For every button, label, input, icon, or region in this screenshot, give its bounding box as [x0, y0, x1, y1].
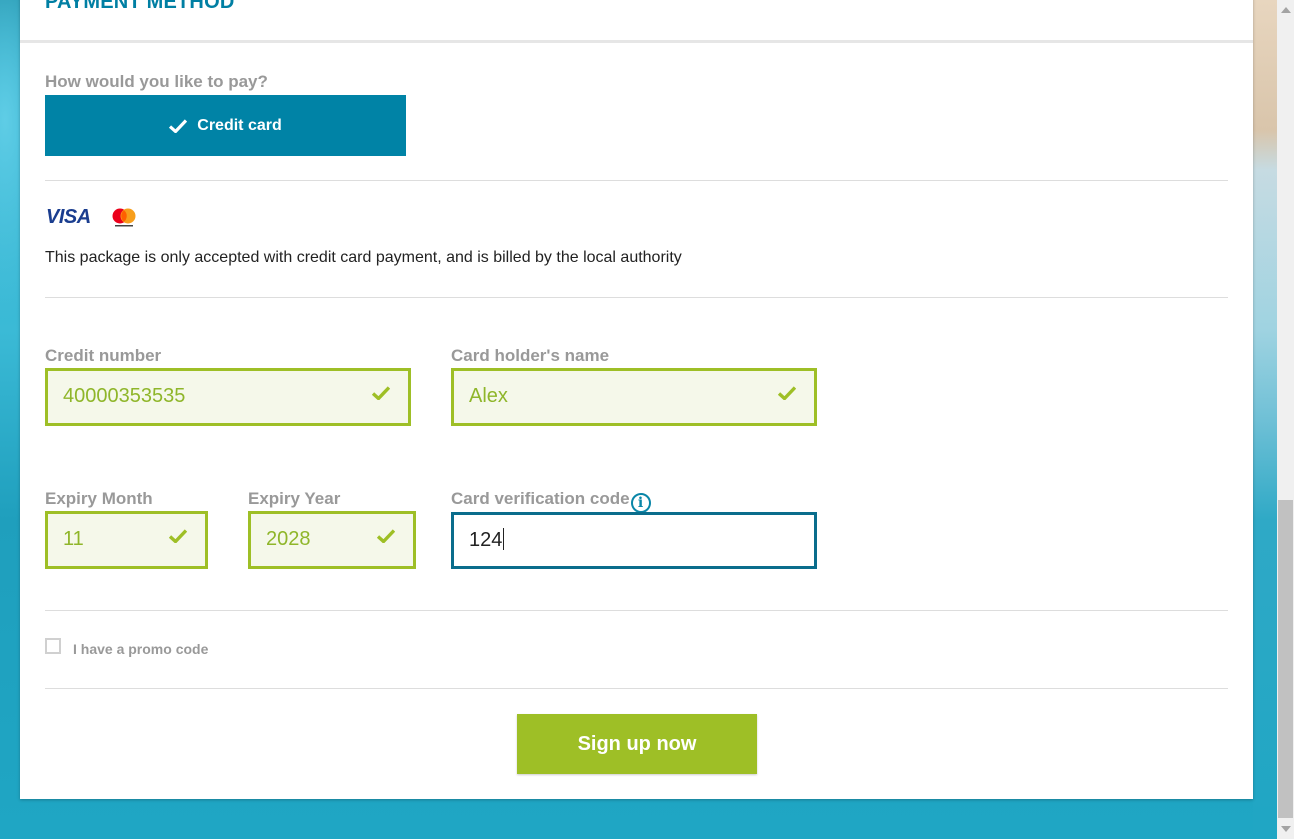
- sign-up-button[interactable]: Sign up now: [517, 714, 757, 774]
- cvc-value: 124: [469, 529, 503, 551]
- promo-code-checkbox[interactable]: [45, 638, 61, 654]
- checkmark-icon: [169, 118, 188, 133]
- divider: [45, 180, 1228, 181]
- title-divider: [20, 40, 1253, 43]
- mastercard-logo: [112, 208, 136, 227]
- promo-code-label[interactable]: I have a promo code: [73, 641, 208, 657]
- card-holder-value: Alex: [469, 385, 508, 407]
- checkmark-icon: [372, 386, 390, 400]
- cvc-input[interactable]: 124: [451, 512, 817, 569]
- visa-logo: VISA: [46, 206, 91, 229]
- info-icon[interactable]: i: [630, 493, 651, 513]
- credit-card-option-label: Credit card: [197, 116, 282, 134]
- expiry-month-value: 11: [63, 528, 84, 550]
- cvc-label-text: Card verification code: [451, 489, 630, 508]
- page-background-edge: [1253, 0, 1277, 839]
- cvc-value-wrap: 124: [469, 528, 505, 552]
- visa-logo-text: VISA: [46, 206, 91, 228]
- card-number-label: Credit number: [45, 346, 162, 365]
- payment-notice: This package is only accepted with credi…: [45, 249, 682, 266]
- expiry-year-label: Expiry Year: [248, 489, 341, 508]
- payment-card: PAYMENT METHOD How would you like to pay…: [20, 0, 1253, 799]
- vertical-scrollbar[interactable]: [1277, 0, 1294, 839]
- expiry-year-value: 2028: [266, 528, 311, 550]
- expiry-year-input[interactable]: 2028: [248, 511, 416, 569]
- scroll-up-arrow-icon[interactable]: [1281, 7, 1291, 13]
- card-holder-input[interactable]: Alex: [451, 368, 817, 426]
- divider: [45, 688, 1228, 689]
- text-caret: [503, 528, 505, 550]
- section-title: PAYMENT METHOD: [45, 0, 235, 13]
- cvc-label: Card verification code i: [451, 489, 651, 513]
- card-number-value: 40000353535: [63, 385, 186, 407]
- divider: [45, 610, 1228, 611]
- card-number-input[interactable]: 40000353535: [45, 368, 411, 426]
- credit-card-option-button[interactable]: Credit card: [45, 95, 406, 156]
- divider: [45, 297, 1228, 298]
- checkmark-icon: [169, 529, 187, 543]
- expiry-month-label: Expiry Month: [45, 489, 153, 508]
- card-holder-label: Card holder's name: [451, 346, 610, 365]
- checkmark-icon: [377, 529, 395, 543]
- pay-question-label: How would you like to pay?: [45, 72, 268, 91]
- scrollbar-thumb[interactable]: [1278, 500, 1293, 818]
- expiry-month-input[interactable]: 11: [45, 511, 208, 569]
- scroll-down-arrow-icon[interactable]: [1281, 826, 1291, 832]
- checkmark-icon: [778, 386, 796, 400]
